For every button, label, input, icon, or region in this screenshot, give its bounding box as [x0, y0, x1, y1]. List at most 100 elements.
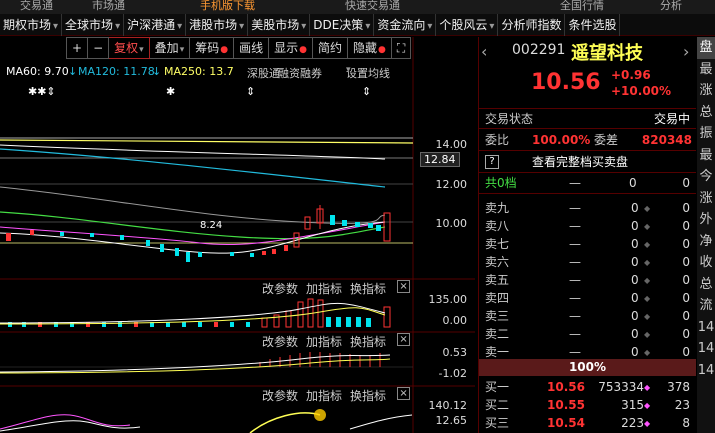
ask-row[interactable]: 卖三 —0 ◆ 0: [479, 306, 696, 326]
ask-row[interactable]: 卖二 —0 ◆ 0: [479, 324, 696, 344]
ma-settings-label: 设置均线: [346, 67, 390, 80]
fuquan-button[interactable]: 复权▾: [109, 37, 150, 59]
full-orderbook-row[interactable]: ? 查看完整档买卖盘: [479, 152, 696, 173]
ask-row[interactable]: 卖五 —0 ◆ 0: [479, 270, 696, 290]
ratio-label: 委比: [485, 133, 510, 147]
event-marker[interactable]: ✱✱⇕: [28, 85, 56, 98]
menu-stock-screener[interactable]: 条件选股: [565, 14, 621, 36]
draw-line-button[interactable]: 画线: [234, 37, 270, 59]
ma60-label: MA60: 9.70: [6, 65, 69, 78]
price-axis-label: 10.00: [435, 217, 468, 230]
top-strip-item[interactable]: 全国行情: [560, 0, 604, 13]
event-marker[interactable]: ⇕: [362, 85, 371, 98]
menu-label: 美股市场: [251, 18, 300, 32]
event-marker[interactable]: ✱: [166, 85, 175, 98]
switch-indicator-button[interactable]: 换指标: [350, 333, 386, 350]
menu-hk-market[interactable]: 港股市场 ▾: [186, 14, 249, 36]
main-menu-bar: 期权市场 ▾ 全球市场 ▾ 沪深港通 ▾ 港股市场 ▾ 美股市场 ▾ DDE决策 ▾ 资金流…: [0, 14, 715, 36]
add-indicator-button[interactable]: 加指标: [306, 333, 342, 350]
menu-analyst-index[interactable]: 分析师指数: [498, 14, 566, 36]
prev-stock-button[interactable]: ‹: [481, 42, 487, 61]
side-tab[interactable]: 14: [697, 317, 715, 339]
menu-label: 全球市场: [65, 18, 114, 32]
side-tab[interactable]: 净: [697, 231, 715, 253]
edit-params-button[interactable]: 改参数: [262, 280, 298, 297]
fullscreen-icon[interactable]: ⛶: [391, 37, 412, 59]
side-tab[interactable]: 总: [697, 274, 715, 296]
hide-button[interactable]: 隐藏●: [348, 37, 392, 59]
zoom-out-button[interactable]: −: [88, 37, 110, 59]
edit-params-button[interactable]: 改参数: [262, 387, 298, 404]
menu-global-market[interactable]: 全球市场 ▾: [62, 14, 125, 36]
top-strip-item[interactable]: 快速交易通: [345, 0, 400, 13]
menu-stock-events[interactable]: 个股风云 ▾: [436, 14, 499, 36]
price-axis-label: 12.00: [435, 178, 468, 191]
ask-label: 卖三: [485, 309, 510, 323]
overlay-button[interactable]: 叠加▾: [149, 37, 191, 59]
total-dash: —: [569, 176, 581, 190]
current-price-tag: 12.84: [420, 152, 460, 167]
side-tab[interactable]: 今: [697, 166, 715, 188]
bid-row[interactable]: 买二 10.55 315 ◆ 23: [479, 395, 696, 415]
next-stock-button[interactable]: ›: [683, 42, 689, 61]
ask-label: 卖五: [485, 273, 510, 287]
bid-row[interactable]: 买一 10.56 753334 ◆ 378: [479, 377, 696, 397]
ask-row[interactable]: 卖八 —0 ◆ 0: [479, 216, 696, 236]
ask-row[interactable]: 卖四 —0 ◆ 0: [479, 288, 696, 308]
side-tab[interactable]: 涨: [697, 80, 715, 102]
side-tab[interactable]: 最: [697, 145, 715, 167]
bid-price: 10.55: [547, 398, 585, 412]
side-tab[interactable]: 外: [697, 209, 715, 231]
hide-label: 隐藏: [353, 41, 378, 55]
menu-options-market[interactable]: 期权市场 ▾: [0, 14, 63, 36]
chevron-down-icon: ▾: [115, 21, 121, 32]
top-strip-item[interactable]: 市场通: [92, 0, 125, 13]
zoom-in-button[interactable]: +: [66, 37, 89, 59]
quote-panel: ‹ 002291 遥望科技 › 10.56 +0.96 +10.00% 交易状态…: [478, 37, 696, 433]
ask-row[interactable]: 卖六 —0 ◆ 0: [479, 252, 696, 272]
sub-panel-header: 改参数 加指标 换指标 ×: [262, 387, 411, 404]
menu-dde[interactable]: DDE决策 ▾: [310, 14, 375, 36]
side-tab[interactable]: 最: [697, 59, 715, 81]
ask-label: 卖七: [485, 237, 510, 251]
bid-count: 23: [674, 398, 690, 412]
ask-price: —: [569, 273, 581, 287]
side-tab[interactable]: 盘: [697, 37, 715, 59]
switch-indicator-button[interactable]: 换指标: [350, 387, 386, 404]
ask-row[interactable]: 卖九 —0 ◆ 0: [479, 198, 696, 218]
event-marker[interactable]: ⇕: [246, 85, 255, 98]
menu-fund-flow[interactable]: 资金流向 ▾: [374, 14, 437, 36]
side-tab[interactable]: 收: [697, 252, 715, 274]
display-button[interactable]: 显示●: [269, 37, 313, 59]
chevron-down-icon: ▾: [301, 21, 307, 32]
menu-us-market[interactable]: 美股市场 ▾: [248, 14, 311, 36]
ask-label: 卖八: [485, 219, 510, 233]
add-indicator-button[interactable]: 加指标: [306, 280, 342, 297]
close-icon[interactable]: ×: [397, 333, 411, 346]
close-icon[interactable]: ×: [397, 280, 411, 293]
switch-indicator-button[interactable]: 换指标: [350, 280, 386, 297]
kline-chart-area[interactable]: + − 复权▾ 叠加▾ 筹码● 画线 显示● 简约 隐藏● ⛶ MA60: 9.…: [0, 37, 475, 433]
side-tab[interactable]: 总: [697, 102, 715, 124]
top-strip-item[interactable]: 交易通: [20, 0, 53, 13]
side-tab[interactable]: 14: [697, 338, 715, 360]
ask-count: 0: [682, 255, 690, 269]
side-tab[interactable]: 流: [697, 295, 715, 317]
bid-row[interactable]: 买三 10.54 223 ◆ 8: [479, 413, 696, 433]
chips-button[interactable]: 筹码●: [190, 37, 235, 59]
side-tab[interactable]: 14: [697, 360, 715, 382]
edit-params-button[interactable]: 改参数: [262, 333, 298, 350]
side-tab[interactable]: 振: [697, 123, 715, 145]
close-icon[interactable]: ×: [397, 387, 411, 400]
top-strip-item[interactable]: 手机版下载: [200, 0, 255, 13]
top-strip-item[interactable]: 分析: [660, 0, 682, 13]
ask-count: 0: [682, 237, 690, 251]
add-indicator-button[interactable]: 加指标: [306, 387, 342, 404]
tab-shengutong[interactable]: 深股通: [247, 65, 280, 81]
ask-row[interactable]: 卖七 —0 ◆ 0: [479, 234, 696, 254]
side-tab[interactable]: 涨: [697, 188, 715, 210]
tab-margin-trading[interactable]: 融资融券: [278, 65, 322, 81]
top-strip: 交易通 市场通 手机版下载 快速交易通 全国行情 分析: [0, 0, 715, 14]
menu-connect[interactable]: 沪深港通 ▾: [124, 14, 187, 36]
simple-button[interactable]: 简约: [312, 37, 348, 59]
